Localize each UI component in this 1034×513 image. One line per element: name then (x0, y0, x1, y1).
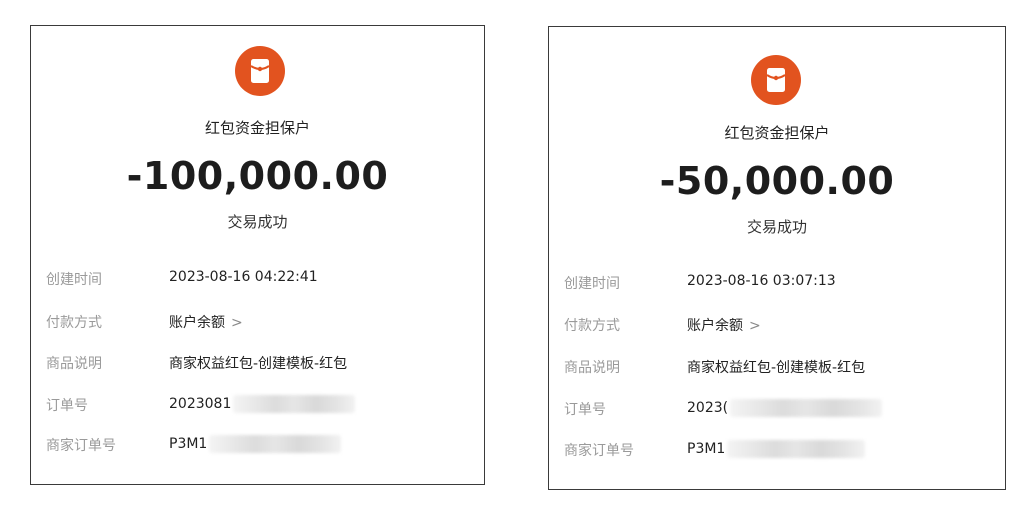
red-envelope-icon (751, 55, 801, 105)
detail-row-order-number: 订单号 2023081 (46, 395, 474, 417)
detail-row-merchant-order-number: 商家订单号 P3M1 (564, 440, 995, 462)
detail-label: 商品说明 (564, 360, 620, 376)
detail-label: 付款方式 (46, 315, 102, 331)
detail-value: 2023-08-16 03:07:13 (687, 273, 836, 289)
redaction-blur (727, 440, 866, 458)
transaction-amount: -50,000.00 (659, 159, 895, 203)
transaction-status: 交易成功 (227, 213, 288, 231)
payment-method-value: 账户余额 (687, 318, 743, 334)
detail-value: 2023-08-16 04:22:41 (169, 269, 318, 285)
detail-row-merchant-order-number: 商家订单号 P3M1 (46, 435, 474, 457)
detail-label: 商家订单号 (46, 438, 116, 454)
detail-row-payment-method[interactable]: 付款方式 账户余额 > (564, 315, 995, 337)
chevron-right-icon[interactable]: > (231, 315, 243, 331)
chevron-right-icon[interactable]: > (749, 318, 761, 334)
order-number-value: 2023081 (169, 396, 232, 412)
detail-row-product-description: 商品说明 商家权益红包-创建模板-红包 (564, 357, 995, 379)
payee-title: 红包资金担保户 (724, 124, 830, 142)
order-number-value: 2023( (687, 400, 729, 416)
detail-label: 订单号 (564, 402, 606, 418)
receipt-card-2: 红包资金担保户 -50,000.00 交易成功 创建时间 2023-08-16 … (548, 26, 1006, 490)
merchant-order-number-value: P3M1 (687, 441, 726, 457)
detail-label: 创建时间 (46, 272, 102, 288)
redaction-blur (233, 395, 356, 413)
detail-value: 商家权益红包-创建模板-红包 (687, 360, 866, 376)
transaction-amount: -100,000.00 (126, 154, 389, 198)
red-envelope-icon (235, 46, 285, 96)
redaction-blur (730, 399, 883, 417)
detail-row-order-number: 订单号 2023( (564, 399, 995, 421)
detail-value: 商家权益红包-创建模板-红包 (169, 356, 348, 372)
merchant-order-number-value: P3M1 (169, 436, 208, 452)
detail-row-product-description: 商品说明 商家权益红包-创建模板-红包 (46, 353, 474, 375)
detail-row-payment-method[interactable]: 付款方式 账户余额 > (46, 312, 474, 334)
payee-title: 红包资金担保户 (204, 119, 310, 137)
detail-row-created-time: 创建时间 2023-08-16 03:07:13 (564, 273, 995, 295)
detail-label: 订单号 (46, 398, 88, 414)
detail-label: 商品说明 (46, 356, 102, 372)
detail-label: 付款方式 (564, 318, 620, 334)
transaction-status: 交易成功 (746, 218, 807, 236)
payment-method-value: 账户余额 (169, 315, 225, 331)
redaction-blur (209, 435, 342, 453)
detail-label: 商家订单号 (564, 443, 634, 459)
detail-label: 创建时间 (564, 276, 620, 292)
detail-row-created-time: 创建时间 2023-08-16 04:22:41 (46, 269, 474, 291)
receipt-card-1: 红包资金担保户 -100,000.00 交易成功 创建时间 2023-08-16… (30, 25, 485, 485)
